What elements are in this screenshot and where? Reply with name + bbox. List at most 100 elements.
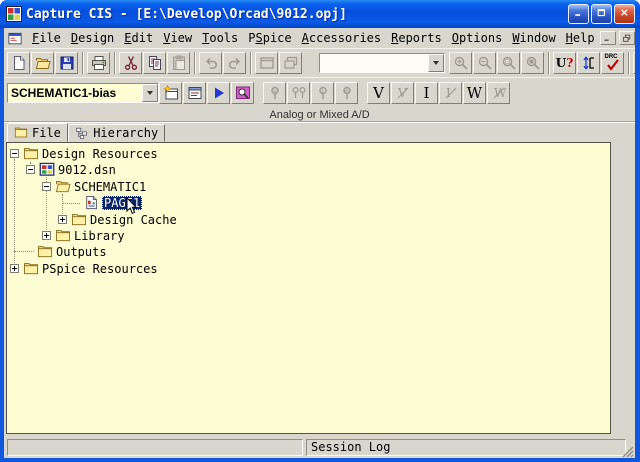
tree-item-design-resources-label[interactable]: Design Resources [40, 147, 160, 161]
tree-item-9012-dsn-label[interactable]: 9012.dsn [56, 163, 118, 177]
status-session-panel: Session Log [306, 439, 626, 456]
simulation-profile-combobox[interactable]: SCHEMATIC1-bias [7, 83, 159, 103]
close-button[interactable] [614, 4, 635, 24]
toolbar-separator [194, 52, 196, 74]
menu-window[interactable]: Window [507, 29, 560, 47]
current-marker-button: I [311, 82, 334, 104]
capture-cis-window: Capture CIS - [E:\Develop\Orcad\9012.opj… [0, 0, 640, 462]
drc-icon: DRC [604, 54, 622, 72]
new-simulation-profile-button[interactable] [159, 82, 182, 104]
menu-design[interactable]: Design [66, 29, 119, 47]
menu-options[interactable]: Options [447, 29, 508, 47]
menu-accessories[interactable]: Accessories [297, 29, 386, 47]
voltage-marker-icon: V [267, 85, 283, 101]
minimize-button[interactable] [568, 4, 589, 24]
window-button [255, 52, 278, 74]
toggle-voltage-icon: V [395, 85, 411, 101]
minimize-icon [573, 7, 585, 22]
project-tree-panel[interactable]: Design Resources 9012.dsn SCHEMATIC1PAGE1D… [6, 142, 611, 434]
tree-expander-plus[interactable] [58, 215, 67, 224]
tree-expander-minus[interactable] [10, 149, 19, 158]
menu-tools[interactable]: Tools [197, 29, 243, 47]
power-marker-button: W [335, 82, 358, 104]
maximize-button[interactable] [591, 4, 612, 24]
mdi-restore-button[interactable] [619, 31, 635, 45]
status-panel-left [7, 439, 303, 456]
edit-simulation-profile-button[interactable] [183, 82, 206, 104]
svg-text:V: V [273, 89, 277, 95]
tab-hierarchy-label: Hierarchy [93, 125, 158, 141]
annotate-button[interactable]: U? [553, 52, 576, 74]
tree-item-schematic1[interactable]: SCHEMATIC1 [7, 179, 610, 195]
menu-reports[interactable]: Reports [386, 29, 447, 47]
menu-help[interactable]: Help [561, 29, 600, 47]
paste-button [167, 52, 190, 74]
bias-voltage-button-label: V [373, 86, 384, 101]
new-button[interactable] [7, 52, 30, 74]
annotate-icon: U? [556, 57, 574, 69]
bias-power-button-label: W [467, 86, 482, 101]
close-icon [619, 7, 631, 22]
tree-expander-plus[interactable] [10, 264, 19, 273]
save-button[interactable] [55, 52, 78, 74]
part-combobox-dropdown-button[interactable] [428, 54, 444, 72]
tree-item-pspice-resources[interactable]: PSpice Resources [7, 261, 610, 277]
mdi-minimize-button[interactable] [600, 31, 616, 45]
part-combobox[interactable] [319, 53, 445, 73]
redo-icon [227, 55, 243, 71]
tree-item-pspice-resources-label[interactable]: PSpice Resources [40, 262, 160, 276]
titlebar[interactable]: Capture CIS - [E:\Develop\Orcad\9012.opj… [0, 0, 640, 28]
menu-items: FileDesignEditViewToolsPSpiceAccessories… [27, 29, 600, 47]
window-cascade-icon [283, 55, 299, 71]
simulation-profile-combobox-dropdown-button[interactable] [142, 84, 158, 102]
copy-button[interactable] [143, 52, 166, 74]
menu-edit[interactable]: Edit [119, 29, 158, 47]
toolbar-separator [628, 52, 630, 74]
bias-power-button[interactable]: W [463, 82, 486, 104]
project-window-icon [7, 31, 23, 45]
tree-expander-plus[interactable] [42, 231, 51, 240]
open-button[interactable] [31, 52, 54, 74]
cut-button[interactable] [119, 52, 142, 74]
menu-view[interactable]: View [158, 29, 197, 47]
tree-item-page1[interactable]: PAGE1 [7, 195, 610, 211]
mouse-cursor [126, 197, 139, 215]
voltage-differential-marker-button [287, 82, 310, 104]
design-icon [39, 162, 55, 177]
folder-closed-icon [23, 261, 39, 276]
mdi-window-controls [600, 31, 635, 45]
netlist-button[interactable] [633, 52, 635, 74]
window-cascade-button [279, 52, 302, 74]
bias-voltage-button[interactable]: V [367, 82, 390, 104]
tree-item-library-label[interactable]: Library [72, 229, 127, 243]
part-combobox-value [320, 54, 428, 72]
copy-icon [147, 55, 163, 71]
menu-pspice[interactable]: PSpice [243, 29, 296, 47]
run-pspice-button[interactable] [207, 82, 230, 104]
tree-item-design-cache[interactable]: Design Cache [7, 212, 610, 228]
zoom-out-icon [477, 55, 493, 71]
tree-expander-minus[interactable] [26, 165, 35, 174]
bias-current-button-label: I [424, 86, 430, 101]
drc-button[interactable]: DRC [601, 52, 624, 74]
view-simulation-results-button[interactable] [231, 82, 254, 104]
back-annotate-button[interactable] [577, 52, 600, 74]
tab-hierarchy[interactable]: Hierarchy [68, 124, 165, 142]
tree-expander-minus[interactable] [42, 182, 51, 191]
tree-item-design-resources[interactable]: Design Resources [7, 146, 610, 162]
tree-item-outputs[interactable]: Outputs [7, 244, 610, 260]
hierarchy-icon [75, 127, 89, 140]
resize-grip[interactable] [621, 443, 634, 456]
tree-item-outputs-label[interactable]: Outputs [54, 245, 109, 259]
tab-file[interactable]: File [7, 123, 68, 142]
bias-current-button[interactable]: I [415, 82, 438, 104]
tree-item-library[interactable]: Library [7, 228, 610, 244]
toolbar-separator [114, 52, 116, 74]
back-annotate-icon [581, 55, 597, 71]
print-button[interactable] [87, 52, 110, 74]
page-icon [85, 195, 101, 210]
tree-item-9012-dsn[interactable]: 9012.dsn [7, 162, 610, 178]
menu-file[interactable]: File [27, 29, 66, 47]
tree-item-schematic1-label[interactable]: SCHEMATIC1 [72, 180, 148, 194]
power-marker-icon: W [339, 85, 355, 101]
